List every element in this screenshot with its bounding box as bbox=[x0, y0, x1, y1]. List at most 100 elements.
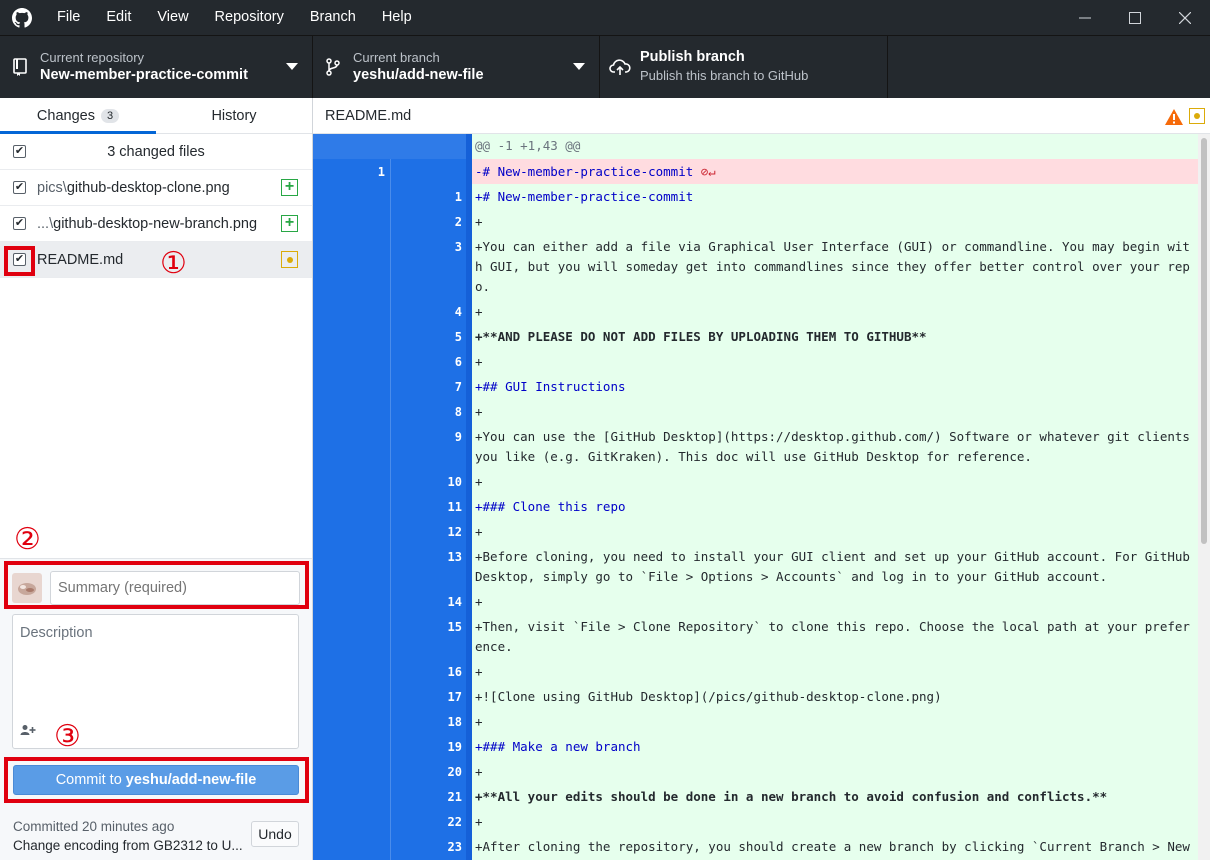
title-bar: File Edit View Repository Branch Help bbox=[0, 0, 1210, 35]
added-line[interactable]: 3 +You can either add a file via Graphica… bbox=[313, 234, 1198, 299]
new-line-number: 5 bbox=[454, 330, 462, 344]
added-line[interactable]: 21 +**All your edits should be done in a … bbox=[313, 784, 1198, 809]
new-line-number: 16 bbox=[447, 665, 462, 679]
minimize-icon[interactable] bbox=[1060, 0, 1110, 35]
file-row-selected[interactable]: ✔ README.md bbox=[0, 242, 312, 278]
menu-edit[interactable]: Edit bbox=[93, 0, 144, 35]
added-line[interactable]: 19 +### Make a new branch bbox=[313, 734, 1198, 759]
new-line-number: 21 bbox=[447, 790, 462, 804]
added-line-text: +**AND PLEASE DO NOT ADD FILES BY UPLOAD… bbox=[475, 329, 927, 344]
added-status-icon: + bbox=[281, 215, 298, 232]
tab-changes[interactable]: Changes 3 bbox=[0, 98, 156, 134]
added-line[interactable]: 9 +You can use the [GitHub Desktop](https… bbox=[313, 424, 1198, 469]
publish-branch-button[interactable]: Publish branch Publish this branch to Gi… bbox=[600, 36, 888, 98]
sidebar: Changes 3 History ✔ 3 changed files ✔ pi… bbox=[0, 98, 313, 860]
added-line-text: +**All your edits should be done in a ne… bbox=[475, 789, 1108, 804]
added-line[interactable]: 13 +Before cloning, you need to install y… bbox=[313, 544, 1198, 589]
select-all-checkbox[interactable]: ✔ bbox=[13, 145, 26, 158]
added-line[interactable]: 4 + bbox=[313, 299, 1198, 324]
no-newline-icon: ⊘↵ bbox=[693, 164, 716, 179]
added-line[interactable]: 22 + bbox=[313, 809, 1198, 834]
added-line-text: + bbox=[475, 304, 483, 319]
scrollbar-thumb[interactable] bbox=[1201, 138, 1207, 544]
new-line-number: 6 bbox=[454, 355, 462, 369]
added-line[interactable]: 6 + bbox=[313, 349, 1198, 374]
file-dir: ...\ bbox=[37, 215, 54, 232]
description-placeholder: Description bbox=[20, 625, 93, 641]
new-line-number: 7 bbox=[454, 380, 462, 394]
added-line[interactable]: 17 +![Clone using GitHub Desktop](/pics/g… bbox=[313, 684, 1198, 709]
added-line[interactable]: 16 + bbox=[313, 659, 1198, 684]
file-checkbox[interactable]: ✔ bbox=[13, 181, 26, 194]
added-line[interactable]: 15 +Then, visit `File > Clone Repository`… bbox=[313, 614, 1198, 659]
current-branch-button[interactable]: Current branch yeshu/add-new-file bbox=[313, 36, 600, 98]
close-icon[interactable] bbox=[1160, 0, 1210, 35]
repo-caret-icon bbox=[286, 63, 298, 70]
add-coauthor-icon[interactable] bbox=[20, 724, 36, 739]
tab-history[interactable]: History bbox=[156, 98, 312, 133]
new-line-number: 2 bbox=[454, 215, 462, 229]
changed-files-header: ✔ 3 changed files bbox=[0, 134, 312, 170]
added-line[interactable]: 1 +# New-member-practice-commit bbox=[313, 184, 1198, 209]
file-checkbox[interactable]: ✔ bbox=[13, 217, 26, 230]
annotation-box-checkbox bbox=[4, 246, 35, 276]
new-line-number: 23 bbox=[447, 840, 462, 854]
cloud-upload-icon bbox=[600, 58, 640, 76]
menu-file[interactable]: File bbox=[44, 0, 93, 35]
new-line-number: 9 bbox=[454, 430, 462, 444]
added-line[interactable]: 11 +### Clone this repo bbox=[313, 494, 1198, 519]
added-line-text: + bbox=[475, 814, 483, 829]
current-repository-button[interactable]: Current repository New-member-practice-c… bbox=[0, 36, 313, 98]
diff-header: README.md bbox=[313, 98, 1210, 134]
added-line-text: + bbox=[475, 664, 483, 679]
new-line-number: 14 bbox=[447, 595, 462, 609]
modified-status-icon bbox=[281, 251, 298, 268]
annotation-box-summary bbox=[4, 561, 309, 609]
sidebar-tabs: Changes 3 History bbox=[0, 98, 312, 134]
last-commit-time: Committed 20 minutes ago bbox=[13, 819, 175, 834]
branch-label: Current branch bbox=[353, 50, 440, 65]
tab-history-label: History bbox=[211, 107, 257, 124]
added-line-text: + bbox=[475, 354, 483, 369]
publish-description: Publish this branch to GitHub bbox=[640, 68, 809, 83]
file-path: ...\github-desktop-new-branch.png bbox=[37, 216, 257, 232]
annotation-number-1: ① bbox=[160, 246, 187, 281]
github-logo-icon bbox=[0, 0, 44, 35]
file-row[interactable]: ✔ pics\github-desktop-clone.png + bbox=[0, 170, 312, 206]
maximize-icon[interactable] bbox=[1110, 0, 1160, 35]
menu-bar: File Edit View Repository Branch Help bbox=[44, 0, 425, 35]
added-line-text: +After cloning the repository, you shoul… bbox=[475, 839, 1190, 854]
deleted-line-content: -# New-member-practice-commit bbox=[475, 164, 694, 179]
scrollbar[interactable] bbox=[1198, 134, 1210, 860]
diff-filename: README.md bbox=[325, 107, 412, 124]
added-line-text: +# New-member-practice-commit bbox=[475, 189, 694, 204]
menu-help[interactable]: Help bbox=[369, 0, 425, 35]
file-dir: pics\ bbox=[37, 179, 67, 196]
repo-icon bbox=[0, 58, 40, 76]
new-line-number: 17 bbox=[447, 690, 462, 704]
added-line[interactable]: 12 + bbox=[313, 519, 1198, 544]
added-line[interactable]: 2 + bbox=[313, 209, 1198, 234]
branch-icon bbox=[313, 58, 353, 76]
added-line-text: +### Make a new branch bbox=[475, 739, 641, 754]
added-line[interactable]: 14 + bbox=[313, 589, 1198, 614]
new-line-number: 1 bbox=[454, 190, 462, 204]
menu-branch[interactable]: Branch bbox=[297, 0, 369, 35]
added-line[interactable]: 5 +**AND PLEASE DO NOT ADD FILES BY UPLOA… bbox=[313, 324, 1198, 349]
added-line[interactable]: 10 + bbox=[313, 469, 1198, 494]
added-line[interactable]: 20 + bbox=[313, 759, 1198, 784]
added-line[interactable]: 18 + bbox=[313, 709, 1198, 734]
new-line-number: 11 bbox=[447, 500, 462, 514]
menu-repository[interactable]: Repository bbox=[202, 0, 297, 35]
added-line[interactable]: 8 + bbox=[313, 399, 1198, 424]
added-line[interactable]: 23 +After cloning the repository, you sho… bbox=[313, 834, 1198, 859]
added-line[interactable]: 7 +## GUI Instructions bbox=[313, 374, 1198, 399]
changed-files-count: 3 changed files bbox=[107, 143, 205, 160]
file-row[interactable]: ✔ ...\github-desktop-new-branch.png + bbox=[0, 206, 312, 242]
warning-icon[interactable] bbox=[1164, 108, 1184, 130]
added-line-text: + bbox=[475, 594, 483, 609]
menu-view[interactable]: View bbox=[144, 0, 201, 35]
new-line-number: 10 bbox=[447, 475, 462, 489]
undo-button[interactable]: Undo bbox=[251, 821, 299, 847]
deleted-line[interactable]: 1 -# New-member-practice-commit ⊘↵ bbox=[313, 159, 1198, 184]
